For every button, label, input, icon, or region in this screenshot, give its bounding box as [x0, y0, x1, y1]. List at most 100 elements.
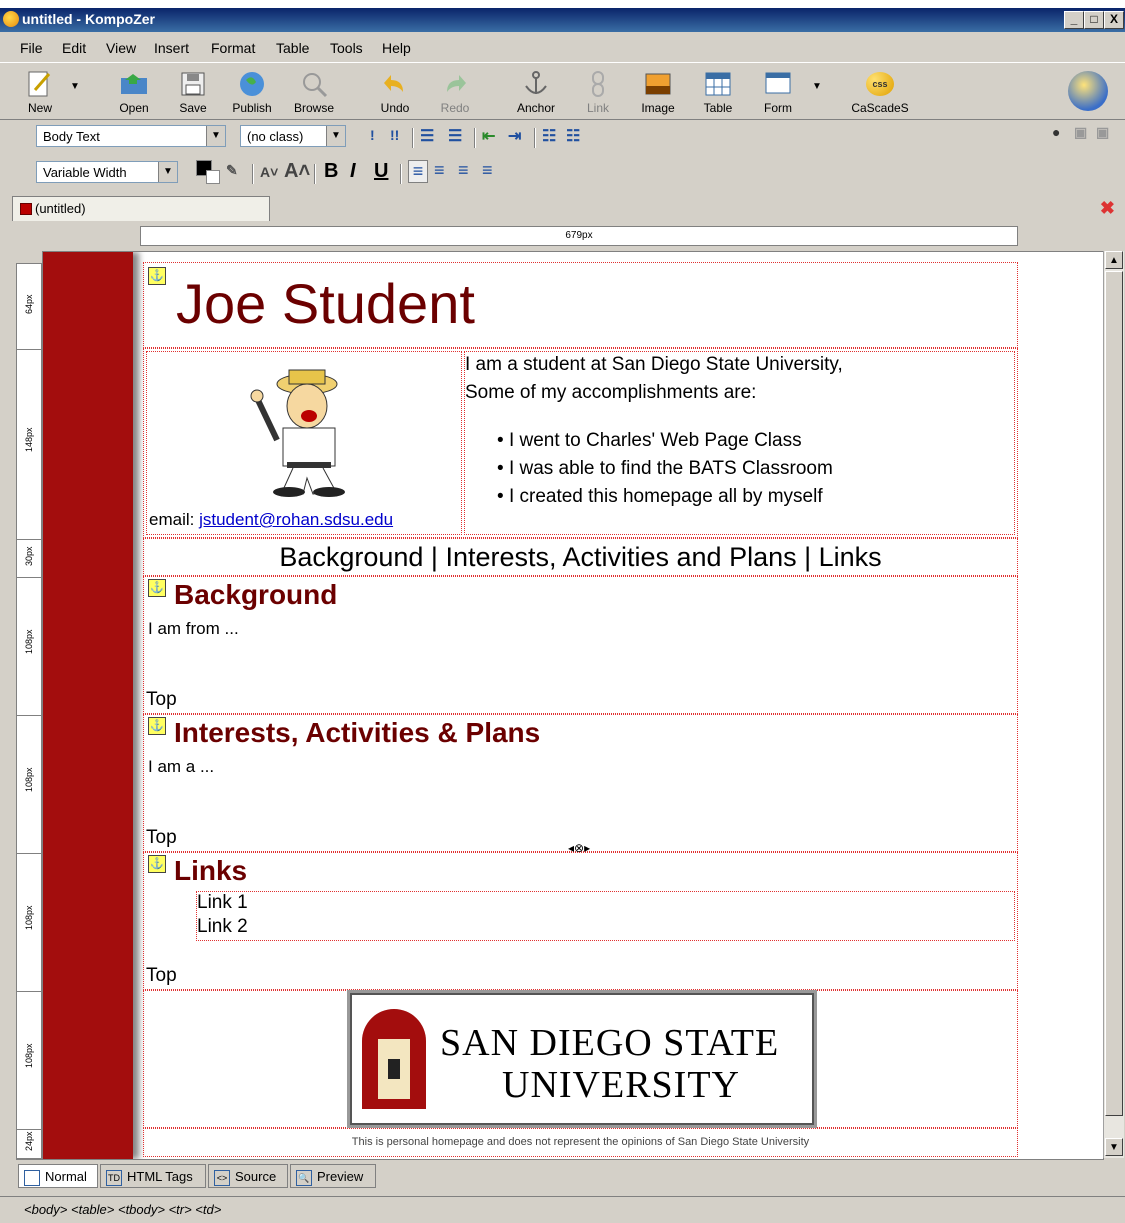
undo-arrow-icon — [380, 69, 410, 99]
td-tag-icon: TD — [106, 1170, 122, 1186]
anchor-marker-icon[interactable]: ⚓ — [148, 855, 166, 873]
top-link[interactable]: Top — [146, 689, 177, 711]
nav-links[interactable]: Background | Interests, Activities and P… — [279, 542, 881, 572]
row-height-label[interactable]: 108px — [17, 578, 41, 716]
footer-cell[interactable]: This is personal homepage and does not r… — [143, 1128, 1018, 1157]
element-path-statusbar[interactable]: <body> <table> <tbody> <tr> <td> — [0, 1196, 1125, 1222]
chevron-down-icon: ▼ — [326, 126, 345, 146]
background-section[interactable]: ⚓ Background I am from ... Top — [143, 576, 1018, 714]
layer-icon[interactable]: ▣ — [1074, 124, 1087, 141]
outdent-icon[interactable]: ⇤ — [482, 126, 495, 146]
minimize-button[interactable]: _ — [1064, 11, 1084, 29]
emphasis-icon[interactable]: !! — [390, 127, 399, 143]
vertical-scrollbar[interactable]: ▲ ▼ — [1103, 251, 1124, 1158]
title-cell[interactable]: ⚓ Joe Student — [143, 262, 1018, 348]
browse-button[interactable]: Browse — [284, 65, 344, 117]
numbered-list-icon[interactable]: ☰ — [420, 126, 434, 146]
anchor-marker-icon[interactable]: ⚓ — [148, 267, 166, 285]
link-button[interactable]: Link — [568, 65, 628, 117]
menu-table[interactable]: Table — [276, 40, 309, 56]
redo-button[interactable]: Redo — [425, 65, 485, 117]
class-select[interactable]: (no class) ▼ — [240, 125, 346, 147]
image-button[interactable]: Image — [628, 65, 688, 117]
cascades-button[interactable]: css CaScadeS — [848, 65, 912, 117]
row-height-label[interactable]: 108px — [17, 716, 41, 854]
links-list[interactable]: Link 1 Link 2 — [196, 891, 1015, 941]
nav-cell[interactable]: Background | Interests, Activities and P… — [143, 538, 1018, 576]
definition-term-icon[interactable]: ☷ — [542, 126, 556, 146]
indent-icon[interactable]: ⇥ — [508, 126, 521, 146]
align-left-icon[interactable]: ≡ — [408, 160, 428, 183]
links-section[interactable]: ⚓ Links Link 1 Link 2 Top — [143, 852, 1018, 990]
table-button[interactable]: Table — [688, 65, 748, 117]
anchor-marker-icon[interactable]: ⚓ — [148, 579, 166, 597]
undo-button[interactable]: Undo — [365, 65, 425, 117]
anchor-button[interactable]: Anchor — [506, 65, 566, 117]
logo-cell[interactable]: SAN DIEGO STATE UNIVERSITY — [143, 990, 1018, 1128]
intro-line-1: I am a student at San Diego State Univer… — [465, 354, 843, 375]
strong-emphasis-icon[interactable]: ! — [370, 127, 375, 143]
larger-font-icon[interactable]: A˄ — [284, 160, 310, 183]
row-height-label[interactable]: 64px — [17, 264, 41, 350]
menu-view[interactable]: View — [106, 40, 136, 56]
bullet-list-icon[interactable]: ☰ — [448, 126, 462, 146]
open-button[interactable]: Open — [104, 65, 164, 117]
row-height-label[interactable]: 148px — [17, 350, 41, 540]
bold-button[interactable]: B — [324, 160, 338, 183]
chevron-down-icon: ▼ — [206, 126, 225, 146]
page-icon — [24, 1170, 40, 1186]
menu-edit[interactable]: Edit — [62, 40, 86, 56]
new-button[interactable]: New — [10, 65, 70, 117]
tab-source[interactable]: <> Source — [208, 1164, 288, 1188]
scroll-thumb[interactable] — [1105, 271, 1123, 1116]
justify-icon[interactable]: ≡ — [482, 160, 493, 181]
row-height-label[interactable]: 24px — [17, 1130, 41, 1159]
scroll-down-icon[interactable]: ▼ — [1105, 1138, 1123, 1156]
close-tab-icon[interactable]: ✖ — [1100, 198, 1115, 219]
anchor-toggle-icon[interactable]: ● — [1052, 124, 1060, 140]
footer-text: This is personal homepage and does not r… — [351, 1136, 810, 1148]
anchor-marker-icon[interactable]: ⚓ — [148, 717, 166, 735]
tab-normal[interactable]: Normal — [18, 1164, 98, 1188]
align-center-icon[interactable]: ≡ — [434, 160, 445, 181]
save-button[interactable]: Save — [163, 65, 223, 117]
menu-insert[interactable]: Insert — [154, 40, 189, 56]
font-select[interactable]: Variable Width ▼ — [36, 161, 178, 183]
smaller-font-icon[interactable]: A˅ — [260, 164, 278, 180]
publish-button[interactable]: Publish — [222, 65, 282, 117]
tab-preview[interactable]: 🔍 Preview — [290, 1164, 376, 1188]
layer-order-icon[interactable]: ▣ — [1096, 124, 1109, 141]
paragraph-style-select[interactable]: Body Text ▼ — [36, 125, 226, 147]
menu-format[interactable]: Format — [211, 40, 255, 56]
tab-html-tags[interactable]: TD HTML Tags — [100, 1164, 206, 1188]
italic-button[interactable]: I — [350, 160, 356, 183]
photo-cell[interactable]: email: jstudent@rohan.sdsu.edu — [146, 351, 462, 535]
menu-tools[interactable]: Tools — [330, 40, 363, 56]
editor-canvas[interactable]: ⚓ Joe Student email: jstudent@rohan.sdsu… — [42, 251, 1104, 1160]
background-color-swatch[interactable] — [206, 170, 220, 184]
list-item[interactable]: Link 2 — [197, 916, 248, 938]
anchor-icon — [521, 69, 551, 99]
close-button[interactable]: X — [1104, 11, 1124, 29]
row-height-label[interactable]: 108px — [17, 992, 41, 1130]
align-right-icon[interactable]: ≡ — [458, 160, 469, 181]
tab-untitled[interactable]: (untitled) — [12, 196, 270, 221]
intro-cell[interactable]: I am a student at San Diego State Univer… — [464, 351, 1015, 535]
row-height-label[interactable]: 30px — [17, 540, 41, 578]
definition-description-icon[interactable]: ☷ — [566, 126, 580, 146]
form-button[interactable]: Form — [748, 65, 808, 117]
top-link[interactable]: Top — [146, 827, 177, 849]
list-item[interactable]: Link 1 — [197, 892, 248, 914]
highlight-pen-icon[interactable]: ✎ — [226, 162, 238, 179]
form-dropdown-arrow[interactable]: ▼ — [812, 81, 822, 92]
row-height-label[interactable]: 108px — [17, 854, 41, 992]
top-link[interactable]: Top — [146, 965, 177, 987]
interests-section[interactable]: ⚓ Interests, Activities & Plans I am a .… — [143, 714, 1018, 855]
underline-button[interactable]: U — [374, 160, 388, 183]
email-link[interactable]: jstudent@rohan.sdsu.edu — [199, 510, 393, 529]
maximize-button[interactable]: □ — [1084, 11, 1104, 29]
menu-file[interactable]: File — [20, 40, 43, 56]
new-dropdown-arrow[interactable]: ▼ — [70, 81, 80, 92]
scroll-up-icon[interactable]: ▲ — [1105, 251, 1123, 269]
menu-help[interactable]: Help — [382, 40, 411, 56]
